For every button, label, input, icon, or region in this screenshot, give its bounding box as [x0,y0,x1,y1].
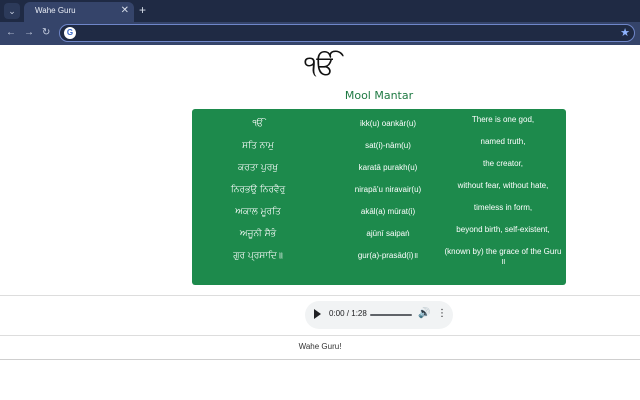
mantar-row: ਸਤਿ ਨਾਮੁ sat(i)-nām(u) named truth, [192,137,566,157]
audio-player[interactable]: 0:00 / 1:28 🔊 ⋮ [305,301,453,329]
translation-text: There is one god, [471,115,535,124]
browser-toolbar: ← → ↻ G ★ [0,22,640,45]
reload-icon[interactable]: ↻ [42,26,50,40]
star-icon[interactable]: ★ [620,26,630,40]
gurmukhi-text: ੴ [252,119,264,129]
divider [0,295,640,296]
gurmukhi-text: ਨਿਰਭਉ ਨਿਰਵੈਰੁ [230,185,286,195]
mantar-row: ਕਰਤਾ ਪੁਰਖੁ karatā purakh(u) the creator, [192,159,566,179]
mantar-row: ਅਕਾਲ ਮੂਰਤਿ akāl(a) mūrat(i) timeless in … [192,203,566,223]
divider [0,335,640,336]
transliteration-text: nirapā'u niravair(u) [354,185,422,194]
translation-text: (known by) the grace of the Guru ॥ [444,247,562,266]
mantar-row: ੴ ikk(u) oankār(u) There is one god, [192,115,566,135]
plus-icon[interactable]: + [139,2,146,18]
address-bar[interactable]: G ★ [59,24,635,42]
mantar-row: ਅਜੂਨੀ ਸੈਭੰ ajūnī saipaṅ beyond birth, se… [192,225,566,245]
gurmukhi-text: ਅਜੂਨੀ ਸੈਭੰ [239,229,277,239]
back-icon[interactable]: ← [6,26,16,40]
forward-icon[interactable]: → [24,26,34,40]
transliteration-text: akāl(a) mūrat(i) [360,207,416,216]
transliteration-text: ajūnī saipaṅ [366,229,410,238]
mantar-row: ਨਿਰਭਉ ਨਿਰਵੈਰੁ nirapā'u niravair(u) witho… [192,181,566,201]
close-icon[interactable]: ✕ [121,5,129,17]
page-title: Mool Mantar [344,89,414,102]
tab-title: Wahe Guru [35,6,76,15]
audio-time: 0:00 / 1:28 [329,309,367,318]
google-g-icon: G [64,27,76,39]
gurmukhi-text: ਗੁਰ ਪ੍ਰਸਾਦਿ॥ [233,251,283,261]
tab-strip: ⌄ Wahe Guru ✕ + [0,0,640,22]
more-vertical-icon[interactable]: ⋮ [437,307,447,321]
gurmukhi-text: ਕਰਤਾ ਪੁਰਖੁ [237,163,278,173]
translation-text: the creator, [482,159,524,168]
transliteration-text: gur(a)-prasād(i)॥ [357,251,419,260]
tab-search-chevron-down-icon[interactable]: ⌄ [4,3,20,19]
transliteration-text: sat(i)-nām(u) [365,141,411,150]
volume-icon[interactable]: 🔊 [418,307,430,321]
gurmukhi-text: ਅਕਾਲ ਮੂਰਤਿ [235,207,281,217]
footer-text: Wahe Guru! [298,342,342,351]
translation-text: named truth, [480,137,526,146]
page-content: ੴ Mool Mantar ੴ ikk(u) oankār(u) There i… [0,45,640,400]
play-icon[interactable] [314,309,321,319]
transliteration-text: ikk(u) oankār(u) [359,119,416,128]
mantar-row: ਗੁਰ ਪ੍ਰਸਾਦਿ॥ gur(a)-prasād(i)॥ (known by… [192,247,566,267]
mool-mantar-card: ੴ ikk(u) oankār(u) There is one god, ਸਤਿ… [192,109,566,285]
translation-text: timeless in form, [473,203,533,212]
translation-text: beyond birth, self-existent, [456,225,550,234]
tab-wahe-guru[interactable]: Wahe Guru ✕ [24,2,134,22]
ik-onkar-symbol: ੴ [304,51,336,81]
seek-slider[interactable] [370,314,412,316]
divider [0,359,640,360]
transliteration-text: karatā purakh(u) [358,163,418,172]
gurmukhi-text: ਸਤਿ ਨਾਮੁ [242,141,274,151]
translation-text: without fear, without hate, [457,181,549,190]
